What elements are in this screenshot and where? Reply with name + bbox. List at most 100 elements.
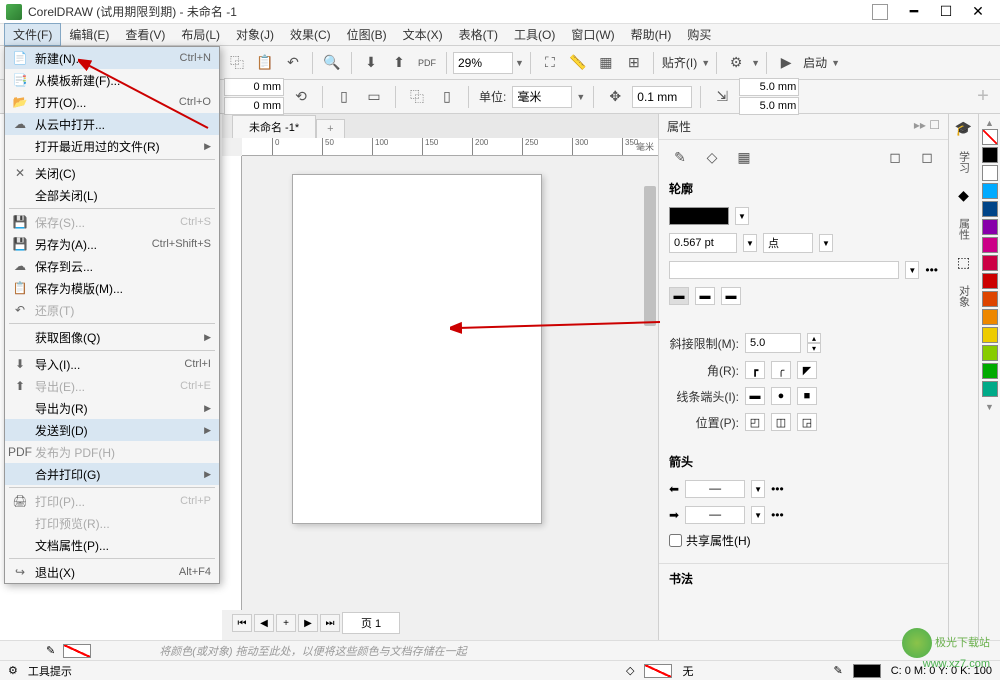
menu-O[interactable]: 工具(O) (506, 24, 563, 45)
close-button[interactable]: ✕ (962, 2, 994, 22)
docker-collapse-icon[interactable]: ▸▸ ☐ (914, 118, 940, 135)
color-swatch[interactable] (982, 327, 998, 343)
duplicate-offset-icon[interactable]: ⇲ (709, 84, 735, 110)
miter-down-icon[interactable]: ▾ (807, 343, 821, 353)
fill-indicator-icon[interactable]: ◇ (626, 664, 634, 677)
outline-swatch[interactable] (853, 664, 881, 678)
menu-[interactable]: 购买 (679, 24, 719, 45)
corner-miter-button[interactable]: ┏ (745, 361, 765, 379)
file-menu-item[interactable]: ⬇导入(I)...Ctrl+I (5, 353, 219, 375)
cap-flat-button[interactable]: ▬ (745, 387, 765, 405)
palette-down-icon[interactable]: ▼ (985, 402, 994, 412)
doc-tab-untitled[interactable]: 未命名 -1* (232, 115, 316, 138)
all-pages-icon[interactable]: ⿻ (404, 84, 430, 110)
options-dropdown-icon[interactable]: ▼ (751, 58, 760, 68)
file-menu-item[interactable]: 全部关闭(L) (5, 184, 219, 206)
outline-color-swatch[interactable] (669, 207, 729, 225)
fullscreen-button[interactable]: ⛶ (537, 50, 563, 76)
dash-opt2-icon[interactable]: ▬ (695, 287, 715, 305)
menu-T[interactable]: 表格(T) (451, 24, 506, 45)
end-arrow-dropdown-icon[interactable]: ▼ (751, 506, 765, 524)
miter-up-icon[interactable]: ▴ (807, 333, 821, 343)
file-menu-item[interactable]: 📋保存为模版(M)... (5, 277, 219, 299)
last-page-button[interactable]: ⏭ (320, 614, 340, 632)
menu-X[interactable]: 文本(X) (395, 24, 451, 45)
eyedropper-icon[interactable]: ✎ (46, 644, 55, 657)
add-page-button[interactable]: + (276, 614, 296, 632)
file-menu-item[interactable]: ↪退出(X)Alt+F4 (5, 561, 219, 583)
pdf-button[interactable]: PDF (414, 50, 440, 76)
menu-B[interactable]: 位图(B) (339, 24, 395, 45)
maximize-button[interactable]: ☐ (930, 2, 962, 22)
file-menu-item[interactable]: 打开最近用过的文件(R)▶ (5, 135, 219, 157)
file-menu-item[interactable]: ☁保存到云... (5, 255, 219, 277)
units-select[interactable] (512, 86, 572, 108)
search-icon[interactable]: 🔍 (319, 50, 345, 76)
corner-bevel-button[interactable]: ◤ (797, 361, 817, 379)
rulers-button[interactable]: 📏 (565, 50, 591, 76)
file-menu-item[interactable]: 📑从模板新建(F)... (5, 69, 219, 91)
page-height-input[interactable] (224, 97, 284, 115)
file-menu-item[interactable]: ☁从云中打开... (5, 113, 219, 135)
landscape-button[interactable]: ▭ (361, 84, 387, 110)
color-swatch[interactable] (982, 165, 998, 181)
dash-opt3-icon[interactable]: ▬ (721, 287, 741, 305)
menu-C[interactable]: 效果(C) (282, 24, 339, 45)
horizontal-ruler[interactable]: 050100150200250300350400450500550毫米 (242, 138, 658, 156)
docker-tab-对象[interactable]: 对象 (954, 279, 974, 313)
color-swatch[interactable] (982, 273, 998, 289)
zoom-dropdown-icon[interactable]: ▼ (515, 58, 524, 68)
nudge-icon[interactable]: ✥ (602, 84, 628, 110)
transparency-tab-icon[interactable]: ▦ (731, 144, 757, 170)
file-menu-item[interactable]: 获取图像(Q)▶ (5, 326, 219, 348)
doc-palette-none-swatch[interactable] (63, 644, 91, 658)
pos-outside-button[interactable]: ◰ (745, 413, 765, 431)
color-swatch[interactable] (982, 219, 998, 235)
page-tab-1[interactable]: 页 1 (342, 612, 400, 634)
nudge-input[interactable] (632, 86, 692, 108)
orientation-lock-icon[interactable]: ⟲ (288, 84, 314, 110)
color-swatch[interactable] (982, 309, 998, 325)
snap-dropdown-icon[interactable]: ▼ (701, 58, 710, 68)
panel-btn1-icon[interactable]: ◻ (882, 144, 908, 170)
guides-button[interactable]: ⊞ (621, 50, 647, 76)
docker-tab-属性[interactable]: 属性 (954, 212, 974, 246)
menu-H[interactable]: 帮助(H) (623, 24, 680, 45)
outline-width-dropdown-icon[interactable]: ▼ (743, 234, 757, 252)
options-button[interactable]: ⚙ (723, 50, 749, 76)
start-arrow-more-icon[interactable]: ••• (771, 482, 784, 496)
docker-tab-学习[interactable]: 学习 (954, 145, 974, 179)
menu-F[interactable]: 文件(F) (4, 23, 61, 46)
vertical-ruler[interactable] (222, 156, 242, 610)
menu-J[interactable]: 对象(J) (228, 24, 282, 45)
file-menu-item[interactable]: 💾另存为(A)...Ctrl+Shift+S (5, 233, 219, 255)
outline-width-input[interactable] (669, 233, 737, 253)
pos-center-button[interactable]: ◫ (771, 413, 791, 431)
color-swatch[interactable] (982, 147, 998, 163)
export-button[interactable]: ⬆ (386, 50, 412, 76)
duplicate-y-input[interactable] (739, 97, 799, 115)
start-arrow-dropdown-icon[interactable]: ▼ (751, 480, 765, 498)
undo-button[interactable]: ↶ (280, 50, 306, 76)
launch-dropdown-icon[interactable]: ▼ (831, 58, 840, 68)
share-attrs-checkbox[interactable] (669, 534, 682, 547)
outline-color-dropdown-icon[interactable]: ▼ (735, 207, 749, 225)
outline-unit-dropdown-icon[interactable]: ▼ (819, 234, 833, 252)
menu-V[interactable]: 查看(V) (117, 24, 173, 45)
outline-indicator-icon[interactable]: ✎ (833, 664, 842, 677)
file-menu-item[interactable]: 文档属性(P)... (5, 534, 219, 556)
zoom-input[interactable] (453, 52, 513, 74)
scrollbar-thumb[interactable] (644, 186, 656, 326)
units-dropdown-icon[interactable]: ▼ (576, 92, 585, 102)
launch-icon[interactable]: ▶ (773, 50, 799, 76)
prev-page-button[interactable]: ◀ (254, 614, 274, 632)
file-menu-item[interactable]: 导出为(R)▶ (5, 397, 219, 419)
docker-icon[interactable]: ◆ (958, 187, 969, 204)
page-width-input[interactable] (224, 78, 284, 96)
first-page-button[interactable]: ⏮ (232, 614, 252, 632)
file-menu-item[interactable]: 发送到(D)▶ (5, 419, 219, 441)
file-menu-item[interactable]: 合并打印(G)▶ (5, 463, 219, 485)
more-options-icon[interactable]: ••• (925, 263, 938, 277)
minimize-button[interactable]: ━ (898, 2, 930, 22)
cap-round-button[interactable]: ● (771, 387, 791, 405)
